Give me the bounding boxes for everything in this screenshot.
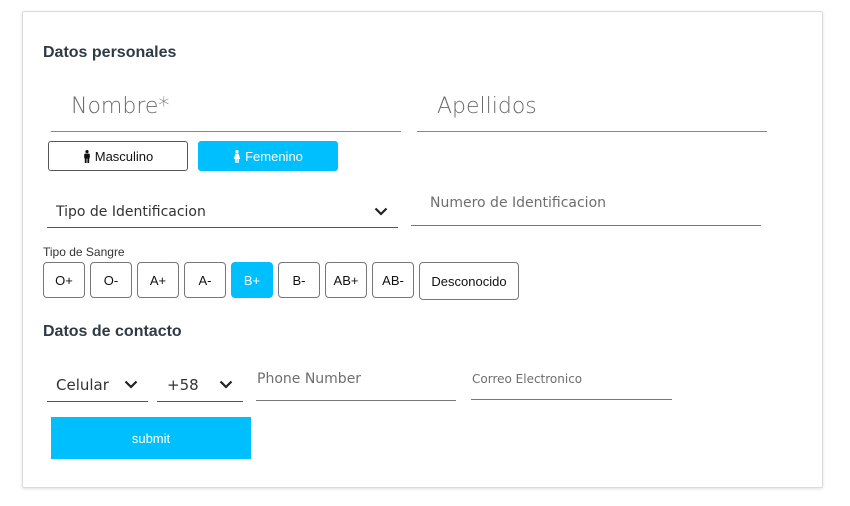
apellidos-field <box>417 90 767 132</box>
personal-data-form: Datos personales Masculino Femenino Tipo… <box>22 11 823 488</box>
phone-type-select[interactable]: Celular <box>47 368 148 402</box>
personal-data-title: Datos personales <box>43 44 177 61</box>
blood-type-group: O+ O- A+ A- B+ B- AB+ AB- Desconocido <box>43 262 519 300</box>
female-person-icon <box>233 149 241 163</box>
blood-type-b-positive-button[interactable]: B+ <box>231 262 273 298</box>
nombre-input[interactable] <box>51 90 401 131</box>
blood-type-label: Tipo de Sangre <box>43 245 125 259</box>
blood-type-ab-negative-button[interactable]: AB- <box>372 262 414 298</box>
blood-type-o-positive-button[interactable]: O+ <box>43 262 85 298</box>
phone-number-field <box>256 368 456 401</box>
gender-female-button[interactable]: Femenino <box>198 141 338 171</box>
chevron-down-icon <box>374 207 388 216</box>
email-input[interactable] <box>471 368 672 399</box>
blood-type-ab-positive-button[interactable]: AB+ <box>325 262 367 298</box>
blood-type-b-negative-button[interactable]: B- <box>278 262 320 298</box>
gender-male-button[interactable]: Masculino <box>48 141 188 171</box>
chevron-down-icon <box>219 380 233 389</box>
blood-type-a-positive-button[interactable]: A+ <box>137 262 179 298</box>
phone-number-input[interactable] <box>256 368 456 400</box>
chevron-down-icon <box>124 380 138 389</box>
phone-type-value: Celular <box>56 375 109 394</box>
blood-type-unknown-button[interactable]: Desconocido <box>419 262 519 300</box>
submit-button[interactable]: submit <box>51 417 251 459</box>
id-number-field <box>411 190 761 226</box>
nombre-field <box>51 90 401 132</box>
country-code-select[interactable]: +58 <box>157 368 243 402</box>
country-code-value: +58 <box>167 375 199 394</box>
id-type-select[interactable]: Tipo de Identificacion <box>47 196 398 228</box>
apellidos-input[interactable] <box>417 90 767 131</box>
id-type-value: Tipo de Identificacion <box>56 203 206 220</box>
email-field <box>471 368 672 400</box>
gender-female-label: Femenino <box>245 148 303 164</box>
male-person-icon <box>83 149 90 163</box>
contact-data-title: Datos de contacto <box>43 323 182 340</box>
blood-type-a-negative-button[interactable]: A- <box>184 262 226 298</box>
blood-type-o-negative-button[interactable]: O- <box>90 262 132 298</box>
gender-male-label: Masculino <box>94 148 154 164</box>
id-number-input[interactable] <box>411 190 761 225</box>
